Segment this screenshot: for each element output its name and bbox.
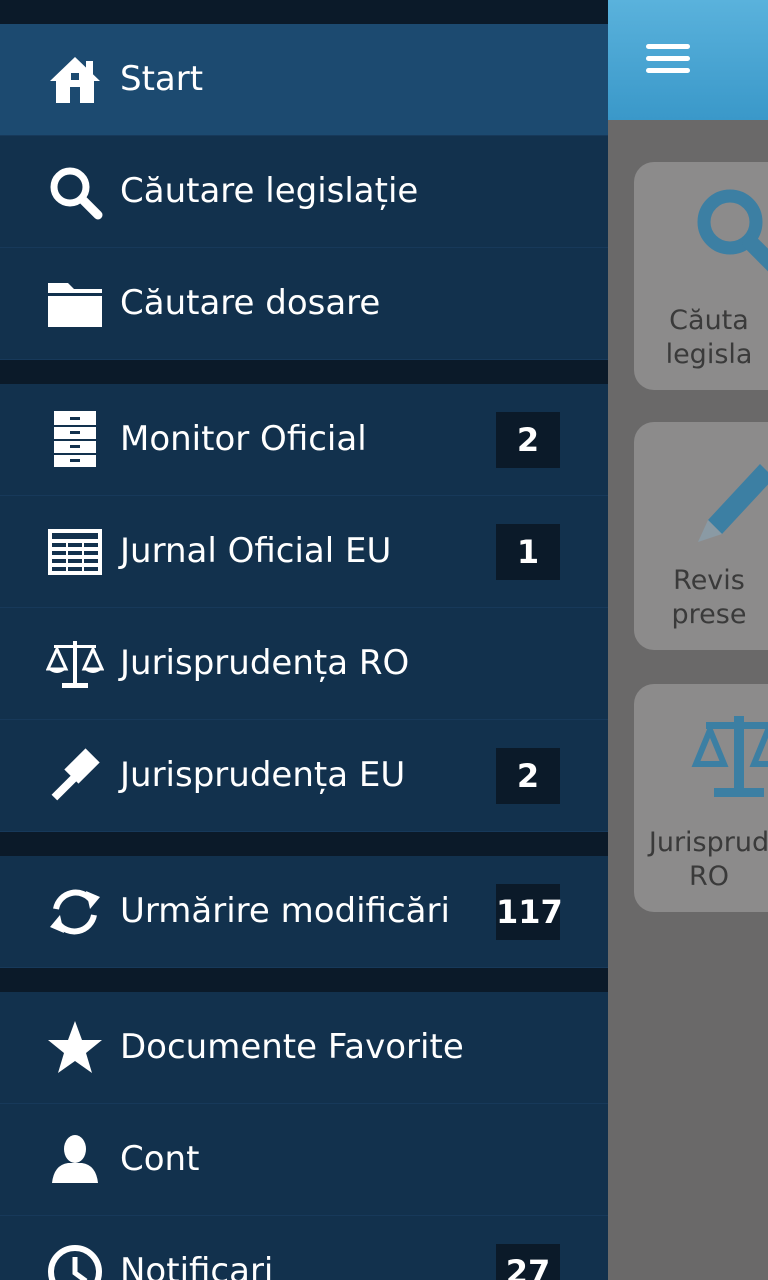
scales-icon [691,716,768,797]
tile-label: Jurisprud RO [648,827,768,892]
menu-item-label: Urmărire modificări [120,891,450,931]
clock-icon [48,1245,102,1280]
menu-item-label: Căutare legislație [120,171,419,211]
menu-item-label: Cont [120,1139,200,1179]
navigation-drawer: Start Căutare legislație Căutare dosare … [0,0,608,1280]
menu-item-notificari[interactable]: Notificari 27 [0,1216,608,1280]
menu-item-monitor-oficial[interactable]: Monitor Oficial 2 [0,384,608,496]
star-icon [48,1021,102,1073]
cabinet-icon [54,411,96,467]
top-bar [608,0,768,120]
user-icon [52,1135,98,1183]
count-badge: 2 [496,412,560,468]
menu-item-jurisprudenta-ro[interactable]: Jurisprudența RO [0,608,608,720]
menu-item-urmarire-modificari[interactable]: Urmărire modificări 117 [0,856,608,968]
tile-cautare-legislatie[interactable]: Căuta legisla [634,162,768,390]
menu-item-label: Notificari [120,1251,274,1280]
menu-item-label: Jurisprudența EU [120,755,406,795]
menu-item-cautare-legislatie[interactable]: Căutare legislație [0,136,608,248]
tile-label: Revis prese [671,565,747,630]
menu-item-jurisprudenta-eu[interactable]: Jurisprudența EU 2 [0,720,608,832]
menu-item-label: Jurnal Oficial EU [120,531,392,571]
newspaper-icon [48,529,102,575]
count-badge: 27 [496,1244,560,1280]
refresh-icon [50,889,100,935]
hamburger-icon[interactable] [646,44,690,78]
main-content: Căuta legisla Revis prese Jurisprud RO [608,0,768,1280]
count-badge: 2 [496,748,560,804]
scales-icon [46,641,104,688]
pencil-icon [698,464,768,542]
menu-item-jurnal-oficial-eu[interactable]: Jurnal Oficial EU 1 [0,496,608,608]
menu-item-cautare-dosare[interactable]: Căutare dosare [0,248,608,360]
menu-item-label: Jurisprudența RO [120,643,410,683]
menu-item-label: Monitor Oficial [120,419,367,459]
menu-item-documente-favorite[interactable]: Documente Favorite [0,992,608,1104]
home-icon [50,57,100,103]
search-icon [50,167,103,220]
gavel-icon [51,748,100,801]
menu-item-label: Start [120,59,204,99]
tile-jurisprudenta-ro[interactable]: Jurisprud RO [634,684,768,912]
menu-item-start[interactable]: Start [0,24,608,136]
count-badge: 117 [496,884,563,940]
search-icon [697,189,768,272]
menu-item-label: Căutare dosare [120,283,381,323]
menu-item-cont[interactable]: Cont [0,1104,608,1216]
tile-label: Căuta legisla [665,305,753,370]
tile-revista-presei[interactable]: Revis prese [634,422,768,650]
count-badge: 1 [496,524,560,580]
menu-item-label: Documente Favorite [120,1027,464,1067]
folder-icon [48,283,102,327]
